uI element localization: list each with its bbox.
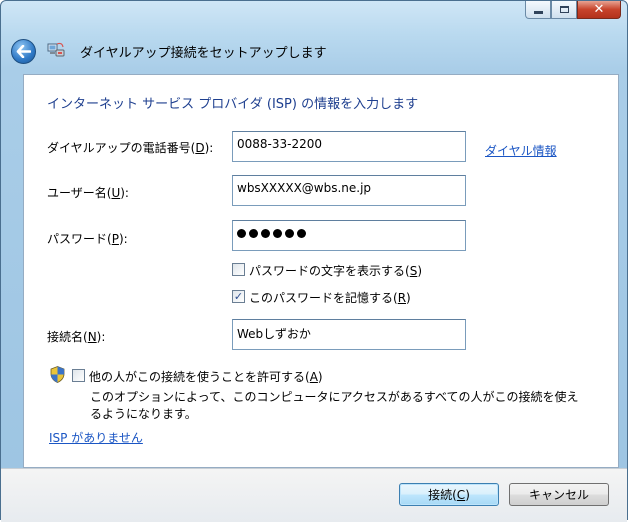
connection-name-input[interactable]: Webしずおか — [232, 319, 466, 350]
password-dot — [237, 229, 246, 238]
connection-name-label-accel: N — [87, 330, 97, 344]
password-mask — [237, 226, 465, 238]
close-icon: ✕ — [593, 2, 605, 17]
connect-button-accel: C — [456, 487, 466, 502]
username-label-suffix: ): — [120, 186, 129, 200]
minimize-icon — [533, 11, 543, 14]
remember-password-label[interactable]: このパスワードを記憶する(R) — [249, 289, 411, 306]
password-dot — [297, 229, 306, 238]
password-dot — [261, 229, 270, 238]
username-label-text: ユーザー名( — [47, 186, 112, 200]
username-label: ユーザー名(U): — [47, 184, 129, 201]
allow-others-label-text: 他の人がこの接続を使うことを許可する( — [89, 370, 310, 384]
password-dot — [285, 229, 294, 238]
no-isp-link[interactable]: ISP がありません — [49, 429, 143, 446]
phone-label-accel: D — [195, 141, 205, 155]
maximize-icon — [559, 6, 569, 13]
allow-others-checkbox[interactable] — [72, 369, 85, 382]
title-bar[interactable]: ✕ — [1, 1, 627, 31]
password-label-accel: P — [111, 232, 119, 246]
remember-password-checkbox[interactable]: ✓ — [232, 290, 245, 303]
connect-button[interactable]: 接続(C) — [399, 483, 499, 506]
allow-others-label-suffix: ) — [317, 370, 323, 384]
cancel-button[interactable]: キャンセル — [509, 483, 609, 506]
minimize-button[interactable] — [525, 1, 551, 19]
password-input[interactable] — [232, 220, 466, 251]
back-arrow-icon — [16, 45, 31, 58]
remember-password-label-accel: R — [397, 291, 407, 305]
connection-name-label-text: 接続名( — [47, 330, 88, 344]
description-line-2: るようになります。 — [90, 407, 197, 421]
password-dot — [249, 229, 258, 238]
network-connection-icon — [47, 42, 65, 57]
instruction-text: インターネット サービス プロバイダ (ISP) の情報を入力します — [47, 97, 419, 112]
back-button[interactable] — [11, 39, 36, 64]
show-password-label-text: パスワードの文字を表示する( — [249, 264, 410, 278]
connect-button-suffix: ) — [465, 487, 470, 502]
connect-button-text: 接続( — [428, 488, 457, 502]
show-password-label[interactable]: パスワードの文字を表示する(S) — [249, 262, 422, 279]
remember-password-label-text: このパスワードを記憶する( — [249, 291, 398, 305]
username-input[interactable]: wbsXXXXX@wbs.ne.jp — [232, 175, 466, 206]
password-label-suffix: ): — [118, 232, 128, 246]
phone-number-input[interactable]: 0088-33-2200 — [232, 131, 466, 162]
show-password-checkbox[interactable] — [232, 263, 245, 276]
description-line-1: このオプションによって、このコンピュータにアクセスがあるすべての人がこの接続を使… — [90, 390, 579, 404]
allow-others-description: このオプションによって、このコンピュータにアクセスがあるすべての人がこの接続を使… — [90, 389, 590, 423]
dial-info-link[interactable]: ダイヤル情報 — [485, 142, 557, 159]
window-controls: ✕ — [525, 1, 621, 19]
dialog-window: ✕ ダイヤルアップ接続をセットアップします インターネット サービス プロバイダ… — [0, 0, 628, 522]
password-label: パスワード(P): — [47, 230, 128, 247]
wizard-header: ダイヤルアップ接続をセットアップします — [1, 31, 627, 69]
uac-shield-icon — [50, 366, 65, 383]
show-password-label-suffix: ) — [417, 264, 422, 278]
checkmark-icon: ✓ — [233, 290, 244, 303]
phone-label-text: ダイヤルアップの電話番号( — [47, 141, 196, 155]
allow-others-label[interactable]: 他の人がこの接続を使うことを許可する(A) — [89, 368, 323, 385]
allow-others-label-accel: A — [309, 370, 318, 384]
remember-password-label-suffix: ) — [406, 291, 411, 305]
button-bar: 接続(C) キャンセル — [1, 468, 627, 522]
maximize-button[interactable] — [551, 1, 577, 19]
username-label-accel: U — [111, 186, 121, 200]
connection-name-label: 接続名(N): — [47, 328, 105, 345]
password-label-text: パスワード( — [47, 232, 112, 246]
wizard-title: ダイヤルアップ接続をセットアップします — [80, 46, 327, 61]
phone-label: ダイヤルアップの電話番号(D): — [47, 139, 213, 156]
close-button[interactable]: ✕ — [577, 1, 621, 19]
password-dot — [273, 229, 282, 238]
phone-label-suffix: ): — [204, 141, 214, 155]
connection-name-label-suffix: ): — [96, 330, 106, 344]
